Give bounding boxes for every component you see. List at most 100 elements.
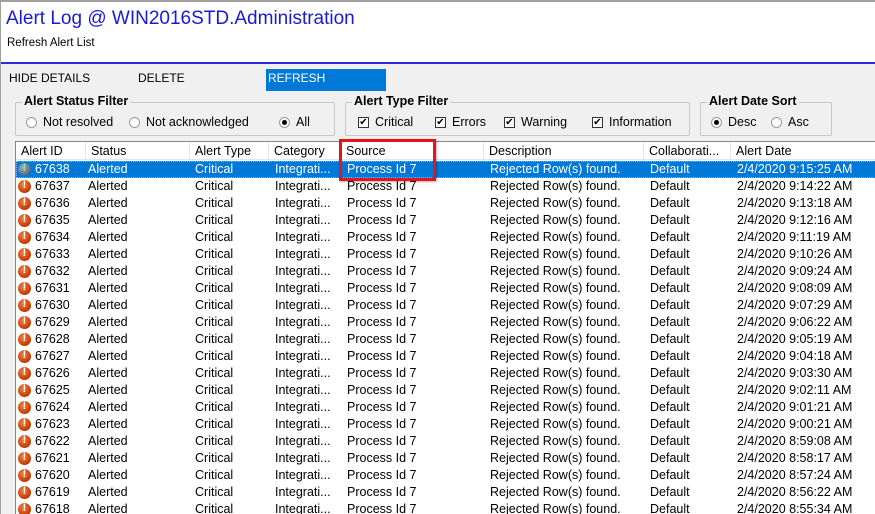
radio-selected-icon[interactable] [279, 116, 290, 128]
radio-not-acknowledged[interactable]: Not acknowledged [129, 115, 249, 129]
alert-list[interactable]: Alert ID Status Alert Type Category Sour… [15, 141, 875, 514]
checkbox-label: Warning [521, 115, 568, 129]
table-row[interactable]: 67621 Alerted Critical Integrati... Proc… [16, 450, 875, 467]
table-row[interactable]: 67629 Alerted Critical Integrati... Proc… [16, 314, 875, 331]
cell-alert-date: 2/4/2020 9:05:19 AM [737, 332, 853, 346]
cell-collaboration: Default [650, 502, 690, 514]
cell-status: Alerted [88, 349, 128, 363]
cell-source: Process Id 7 [347, 400, 417, 414]
checkbox-critical[interactable]: ✔ Critical [358, 115, 413, 129]
cell-alert-date: 2/4/2020 8:56:22 AM [737, 485, 853, 499]
table-row[interactable]: 67635 Alerted Critical Integrati... Proc… [16, 212, 875, 229]
cell-category: Integrati... [275, 502, 331, 514]
cell-collaboration: Default [650, 451, 690, 465]
table-row[interactable]: 67619 Alerted Critical Integrati... Proc… [16, 484, 875, 501]
cell-alert-date: 2/4/2020 9:08:09 AM [737, 281, 853, 295]
table-row[interactable]: 67634 Alerted Critical Integrati... Proc… [16, 229, 875, 246]
column-header-category[interactable]: Category [269, 142, 341, 160]
cell-alert-type: Critical [195, 468, 234, 482]
cell-status: Alerted [88, 383, 128, 397]
toolbar: HIDE DETAILS DELETE REFRESH [1, 66, 875, 92]
column-header-source[interactable]: Source [341, 142, 484, 160]
cell-collaboration: Default [650, 434, 690, 448]
radio-desc[interactable]: Desc [711, 115, 756, 129]
table-row[interactable]: 67627 Alerted Critical Integrati... Proc… [16, 348, 875, 365]
table-row[interactable]: 67618 Alerted Critical Integrati... Proc… [16, 501, 875, 514]
table-row[interactable]: 67636 Alerted Critical Integrati... Proc… [16, 195, 875, 212]
table-row[interactable]: 67623 Alerted Critical Integrati... Proc… [16, 416, 875, 433]
cell-alert-id: 67636 [35, 196, 70, 210]
cell-collaboration: Default [650, 366, 690, 380]
critical-alert-icon [18, 247, 31, 261]
cell-category: Integrati... [275, 383, 331, 397]
cell-description: Rejected Row(s) found. [490, 196, 621, 210]
radio-icon[interactable] [26, 116, 37, 128]
critical-alert-icon [18, 468, 31, 482]
table-row[interactable]: 67630 Alerted Critical Integrati... Proc… [16, 297, 875, 314]
cell-alert-id: 67623 [35, 417, 70, 431]
table-row[interactable]: 67628 Alerted Critical Integrati... Proc… [16, 331, 875, 348]
table-row[interactable]: 67622 Alerted Critical Integrati... Proc… [16, 433, 875, 450]
column-header-description[interactable]: Description [484, 142, 644, 160]
cell-status: Alerted [88, 162, 128, 176]
critical-alert-icon [18, 230, 31, 244]
checkbox-checked-icon[interactable]: ✔ [358, 116, 369, 128]
radio-label: Desc [728, 115, 757, 129]
cell-alert-date: 2/4/2020 9:07:29 AM [737, 298, 853, 312]
table-row[interactable]: 67620 Alerted Critical Integrati... Proc… [16, 467, 875, 484]
radio-selected-icon[interactable] [711, 116, 722, 128]
table-row[interactable]: 67637 Alerted Critical Integrati... Proc… [16, 178, 875, 195]
critical-alert-icon [18, 349, 31, 363]
cell-source: Process Id 7 [347, 451, 417, 465]
cell-category: Integrati... [275, 400, 331, 414]
cell-description: Rejected Row(s) found. [490, 332, 621, 346]
checkbox-warning[interactable]: ✔ Warning [504, 115, 567, 129]
cell-alert-id: 67619 [35, 485, 70, 499]
hide-details-button[interactable]: HIDE DETAILS [9, 69, 90, 91]
cell-description: Rejected Row(s) found. [490, 468, 621, 482]
table-row[interactable]: 67632 Alerted Critical Integrati... Proc… [16, 263, 875, 280]
checkbox-checked-icon[interactable]: ✔ [504, 116, 515, 128]
cell-category: Integrati... [275, 230, 331, 244]
checkbox-errors[interactable]: ✔ Errors [435, 115, 486, 129]
cell-alert-type: Critical [195, 400, 234, 414]
critical-alert-icon [18, 383, 31, 397]
cell-alert-type: Critical [195, 417, 234, 431]
table-row[interactable]: 67631 Alerted Critical Integrati... Proc… [16, 280, 875, 297]
refresh-button[interactable]: REFRESH [266, 69, 386, 91]
delete-button[interactable]: DELETE [138, 69, 185, 91]
radio-icon[interactable] [771, 116, 782, 128]
column-header-alert-date[interactable]: Alert Date [731, 142, 875, 160]
alert-status-filter: Alert Status Filter Not resolved Not ack… [15, 94, 335, 136]
column-header-alert-type[interactable]: Alert Type [190, 142, 269, 160]
column-header-alert-id[interactable]: Alert ID [16, 142, 86, 160]
checkbox-checked-icon[interactable]: ✔ [435, 116, 446, 128]
column-header-collaboration[interactable]: Collaborati... [644, 142, 731, 160]
cell-source: Process Id 7 [347, 485, 417, 499]
radio-icon[interactable] [129, 116, 140, 128]
radio-asc[interactable]: Asc [771, 115, 809, 129]
radio-all[interactable]: All [279, 115, 310, 129]
table-row[interactable]: 67633 Alerted Critical Integrati... Proc… [16, 246, 875, 263]
cell-alert-id: 67624 [35, 400, 70, 414]
cell-collaboration: Default [650, 230, 690, 244]
cell-alert-date: 2/4/2020 9:12:16 AM [737, 213, 853, 227]
checkbox-checked-icon[interactable]: ✔ [592, 116, 603, 128]
column-header-status[interactable]: Status [86, 142, 190, 160]
cell-source: Process Id 7 [347, 383, 417, 397]
table-row[interactable]: 67626 Alerted Critical Integrati... Proc… [16, 365, 875, 382]
cell-alert-id: 67626 [35, 366, 70, 380]
cell-category: Integrati... [275, 366, 331, 380]
table-row[interactable]: 67638 Alerted Critical Integrati... Proc… [16, 161, 875, 178]
cell-source: Process Id 7 [347, 230, 417, 244]
list-header: Alert ID Status Alert Type Category Sour… [16, 142, 875, 160]
radio-not-resolved[interactable]: Not resolved [26, 115, 113, 129]
critical-alert-icon [18, 332, 31, 346]
cell-alert-type: Critical [195, 281, 234, 295]
cell-source: Process Id 7 [347, 298, 417, 312]
table-row[interactable]: 67625 Alerted Critical Integrati... Proc… [16, 382, 875, 399]
cell-status: Alerted [88, 400, 128, 414]
cell-alert-type: Critical [195, 298, 234, 312]
table-row[interactable]: 67624 Alerted Critical Integrati... Proc… [16, 399, 875, 416]
checkbox-information[interactable]: ✔ Information [592, 115, 672, 129]
